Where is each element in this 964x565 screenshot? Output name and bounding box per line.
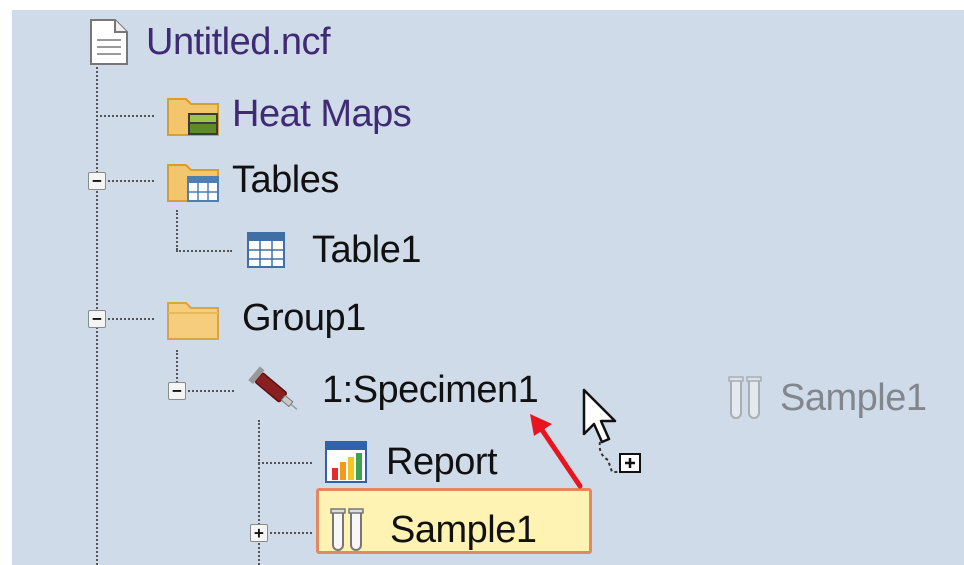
tree-connector bbox=[104, 180, 154, 182]
report-chart-icon bbox=[324, 440, 368, 484]
table-icon bbox=[246, 231, 286, 269]
drag-ghost-label: Sample1 bbox=[780, 376, 927, 419]
group1-collapse-toggle[interactable]: − bbox=[88, 310, 106, 328]
tree-panel[interactable]: − − − + Untitled.ncf Heat Maps Tables Ta… bbox=[12, 10, 964, 565]
test-tubes-icon bbox=[328, 507, 368, 553]
test-tubes-icon bbox=[726, 375, 766, 421]
tree-item-heat-maps[interactable]: Heat Maps bbox=[166, 86, 412, 142]
tree-item-specimen1[interactable]: 1:Specimen1 bbox=[246, 362, 539, 418]
document-icon bbox=[88, 18, 130, 66]
tree-item-table1[interactable]: Table1 bbox=[246, 222, 421, 278]
tree-connector bbox=[176, 250, 232, 252]
tree-item-label: Tables bbox=[232, 158, 339, 201]
tree-connector bbox=[258, 420, 260, 565]
tree-connector bbox=[184, 390, 234, 392]
tree-item-label: Sample1 bbox=[390, 508, 537, 551]
syringe-icon bbox=[246, 364, 302, 416]
tree-item-label: Table1 bbox=[312, 228, 421, 271]
tree-item-group1[interactable]: Group1 bbox=[166, 290, 366, 346]
drag-ghost-item: Sample1 bbox=[726, 375, 927, 421]
specimen1-collapse-toggle[interactable]: − bbox=[168, 382, 186, 400]
tree-item-label: Group1 bbox=[242, 296, 366, 339]
tree-item-tables[interactable]: Tables bbox=[166, 152, 339, 208]
heatmap-folder-icon bbox=[166, 91, 222, 137]
sample1-expand-toggle[interactable]: + bbox=[250, 524, 268, 542]
tree-connector bbox=[104, 318, 154, 320]
tree-item-file[interactable]: Untitled.ncf bbox=[88, 14, 331, 70]
tree-item-label: 1:Specimen1 bbox=[322, 368, 539, 411]
tree-connector bbox=[266, 532, 312, 534]
tree-item-report[interactable]: Report bbox=[324, 434, 498, 490]
tree-item-label: Report bbox=[386, 440, 498, 483]
tables-collapse-toggle[interactable]: − bbox=[88, 172, 106, 190]
table-folder-icon bbox=[166, 157, 222, 203]
folder-icon bbox=[166, 295, 222, 341]
tree-connector bbox=[96, 115, 154, 117]
tree-item-label: Untitled.ncf bbox=[146, 20, 331, 63]
tree-item-label: Heat Maps bbox=[232, 92, 412, 135]
tree-item-sample1[interactable]: Sample1 bbox=[328, 502, 537, 558]
tree-connector bbox=[176, 210, 178, 250]
tree-connector bbox=[258, 462, 312, 464]
red-arrow-icon bbox=[522, 410, 588, 492]
